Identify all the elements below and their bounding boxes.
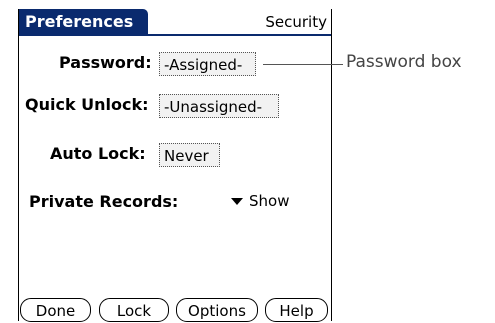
app-title: Preferences <box>19 9 148 34</box>
palm-screen: Preferences Security Password: -Assigned… <box>18 9 332 322</box>
lock-button[interactable]: Lock <box>99 298 169 322</box>
help-button[interactable]: Help <box>265 298 328 322</box>
auto-lock-selector[interactable]: Never <box>159 143 220 167</box>
password-selector[interactable]: -Assigned- <box>159 52 256 76</box>
category-label[interactable]: Security <box>265 9 327 34</box>
callout-label: Password box <box>346 52 462 72</box>
password-label: Password: <box>59 53 152 72</box>
dropdown-triangle-icon <box>231 198 243 205</box>
auto-lock-label: Auto Lock: <box>50 144 146 163</box>
done-button[interactable]: Done <box>20 298 91 322</box>
private-records-label: Private Records: <box>29 192 179 211</box>
private-records-trigger[interactable]: Show <box>231 192 289 210</box>
options-button[interactable]: Options <box>176 298 258 322</box>
quick-unlock-selector[interactable]: -Unassigned- <box>159 94 279 118</box>
callout-line <box>263 64 343 65</box>
header-bar: Preferences Security <box>19 9 331 36</box>
quick-unlock-label: Quick Unlock: <box>25 95 149 114</box>
private-records-value: Show <box>249 192 290 210</box>
